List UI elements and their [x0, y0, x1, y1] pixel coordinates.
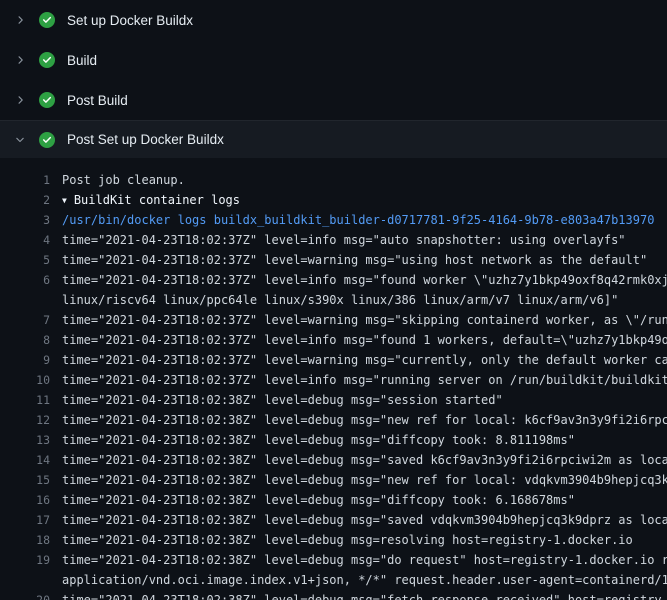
log-line: 1 Post job cleanup.: [0, 170, 667, 190]
group-title[interactable]: BuildKit container logs: [74, 193, 240, 207]
chevron-right-icon: [12, 92, 28, 108]
log-line: 6 time="2021-04-23T18:02:37Z" level=info…: [0, 270, 667, 290]
log-text: time="2021-04-23T18:02:38Z" level=debug …: [50, 550, 667, 570]
log-text: time="2021-04-23T18:02:37Z" level=warnin…: [50, 350, 667, 370]
line-number[interactable]: 7: [0, 310, 50, 330]
line-number[interactable]: 13: [0, 430, 50, 450]
log-line: 17 time="2021-04-23T18:02:38Z" level=deb…: [0, 510, 667, 530]
log-area: 1 Post job cleanup. 2 ▼ BuildKit containe…: [0, 158, 667, 600]
log-line: 19 time="2021-04-23T18:02:38Z" level=deb…: [0, 550, 667, 570]
line-number[interactable]: 20: [0, 590, 50, 600]
line-number[interactable]: 2: [0, 190, 50, 210]
success-check-icon: [39, 12, 55, 28]
triangle-down-icon[interactable]: ▼: [62, 191, 67, 211]
actions-log-viewer: Set up Docker Buildx Build Post Build Po…: [0, 0, 667, 600]
line-number[interactable]: 4: [0, 230, 50, 250]
log-text: time="2021-04-23T18:02:38Z" level=debug …: [50, 450, 667, 470]
line-number[interactable]: 8: [0, 330, 50, 350]
line-number[interactable]: 18: [0, 530, 50, 550]
log-line: 3 /usr/bin/docker logs buildx_buildkit_b…: [0, 210, 667, 230]
line-number[interactable]: 3: [0, 210, 50, 230]
log-text: time="2021-04-23T18:02:37Z" level=info m…: [50, 230, 667, 250]
log-command-text: /usr/bin/docker logs buildx_buildkit_bui…: [50, 210, 667, 230]
log-text: time="2021-04-23T18:02:37Z" level=info m…: [50, 270, 667, 290]
section-post-build[interactable]: Post Build: [0, 80, 667, 120]
section-build[interactable]: Build: [0, 40, 667, 80]
success-check-icon: [39, 92, 55, 108]
line-number[interactable]: 5: [0, 250, 50, 270]
line-number[interactable]: 19: [0, 550, 50, 570]
section-post-set-up-docker-buildx[interactable]: Post Set up Docker Buildx: [0, 120, 667, 158]
log-line: 18 time="2021-04-23T18:02:38Z" level=deb…: [0, 530, 667, 550]
log-text: time="2021-04-23T18:02:38Z" level=debug …: [50, 490, 667, 510]
log-line-continuation: application/vnd.oci.image.index.v1+json,…: [0, 570, 667, 590]
log-line: 15 time="2021-04-23T18:02:38Z" level=deb…: [0, 470, 667, 490]
log-line: 13 time="2021-04-23T18:02:38Z" level=deb…: [0, 430, 667, 450]
line-number[interactable]: 14: [0, 450, 50, 470]
log-text: time="2021-04-23T18:02:38Z" level=debug …: [50, 390, 667, 410]
line-number[interactable]: 11: [0, 390, 50, 410]
log-line: 10 time="2021-04-23T18:02:37Z" level=inf…: [0, 370, 667, 390]
log-line: 5 time="2021-04-23T18:02:37Z" level=warn…: [0, 250, 667, 270]
section-label: Post Build: [67, 93, 128, 108]
line-number[interactable]: 12: [0, 410, 50, 430]
log-line: 16 time="2021-04-23T18:02:38Z" level=deb…: [0, 490, 667, 510]
log-text: Post job cleanup.: [50, 170, 667, 190]
log-line: 7 time="2021-04-23T18:02:37Z" level=warn…: [0, 310, 667, 330]
line-number: [0, 570, 50, 590]
section-label: Build: [67, 53, 97, 68]
log-text: time="2021-04-23T18:02:38Z" level=debug …: [50, 530, 667, 550]
log-text: time="2021-04-23T18:02:38Z" level=debug …: [50, 590, 667, 600]
log-line: 9 time="2021-04-23T18:02:37Z" level=warn…: [0, 350, 667, 370]
line-number[interactable]: 10: [0, 370, 50, 390]
line-number[interactable]: 15: [0, 470, 50, 490]
line-number[interactable]: 9: [0, 350, 50, 370]
log-text: time="2021-04-23T18:02:38Z" level=debug …: [50, 430, 667, 450]
chevron-right-icon: [12, 12, 28, 28]
success-check-icon: [39, 52, 55, 68]
line-number: [0, 290, 50, 310]
line-number[interactable]: 16: [0, 490, 50, 510]
section-set-up-docker-buildx[interactable]: Set up Docker Buildx: [0, 0, 667, 40]
log-line: 11 time="2021-04-23T18:02:38Z" level=deb…: [0, 390, 667, 410]
section-label: Post Set up Docker Buildx: [67, 132, 224, 147]
log-text: time="2021-04-23T18:02:37Z" level=warnin…: [50, 250, 667, 270]
line-number[interactable]: 6: [0, 270, 50, 290]
chevron-down-icon: [12, 132, 28, 148]
log-text: linux/riscv64 linux/ppc64le linux/s390x …: [50, 290, 667, 310]
line-number[interactable]: 17: [0, 510, 50, 530]
log-line: 8 time="2021-04-23T18:02:37Z" level=info…: [0, 330, 667, 350]
log-line: 20 time="2021-04-23T18:02:38Z" level=deb…: [0, 590, 667, 600]
line-number[interactable]: 1: [0, 170, 50, 190]
log-line: 4 time="2021-04-23T18:02:37Z" level=info…: [0, 230, 667, 250]
chevron-right-icon: [12, 52, 28, 68]
log-text: time="2021-04-23T18:02:37Z" level=info m…: [50, 370, 667, 390]
log-text: time="2021-04-23T18:02:37Z" level=warnin…: [50, 310, 667, 330]
log-line: 14 time="2021-04-23T18:02:38Z" level=deb…: [0, 450, 667, 470]
log-text: time="2021-04-23T18:02:38Z" level=debug …: [50, 470, 667, 490]
log-text: time="2021-04-23T18:02:37Z" level=info m…: [50, 330, 667, 350]
success-check-icon: [39, 132, 55, 148]
log-line: 12 time="2021-04-23T18:02:38Z" level=deb…: [0, 410, 667, 430]
log-line-group: 2 ▼ BuildKit container logs: [0, 190, 667, 210]
log-text: application/vnd.oci.image.index.v1+json,…: [50, 570, 667, 590]
log-line-continuation: linux/riscv64 linux/ppc64le linux/s390x …: [0, 290, 667, 310]
section-label: Set up Docker Buildx: [67, 13, 193, 28]
log-text: time="2021-04-23T18:02:38Z" level=debug …: [50, 510, 667, 530]
log-text: time="2021-04-23T18:02:38Z" level=debug …: [50, 410, 667, 430]
